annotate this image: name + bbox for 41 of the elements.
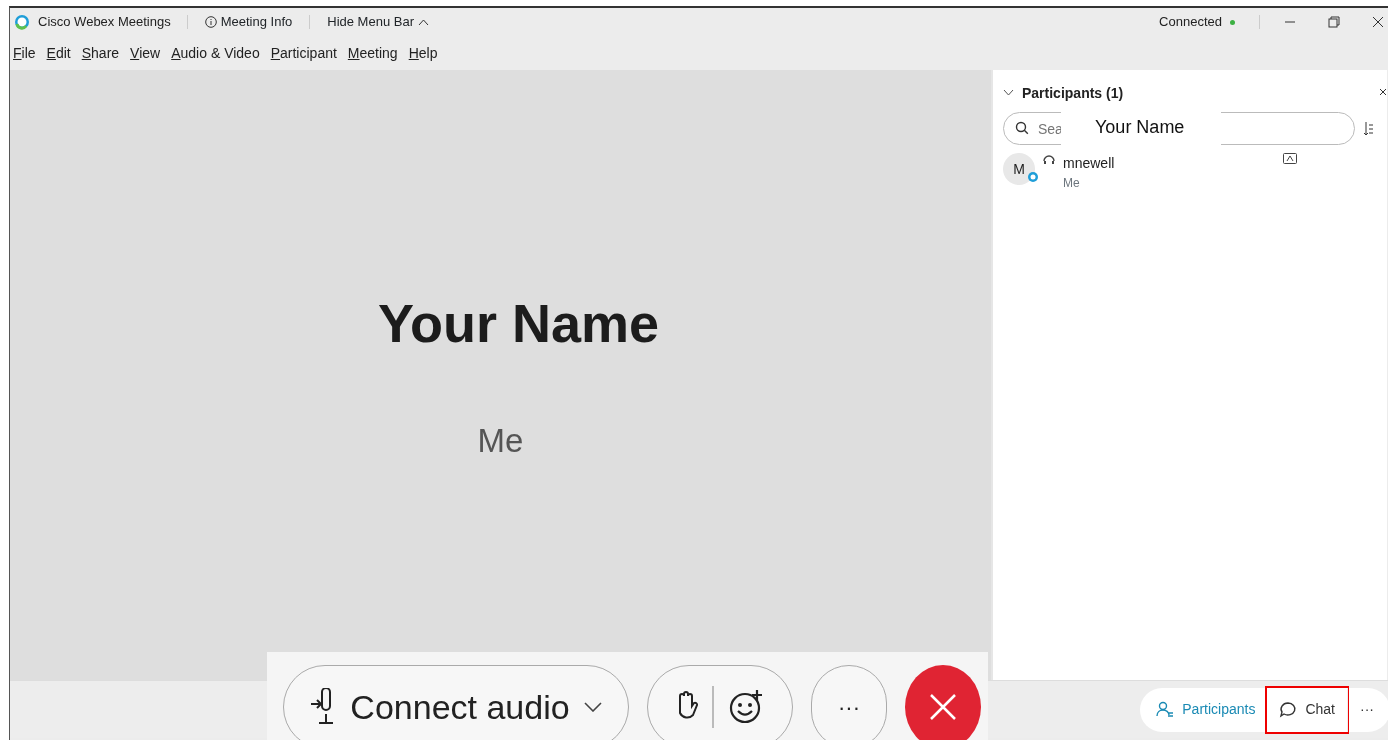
- menu-item[interactable]: Audio & Video: [171, 42, 260, 64]
- menu-item[interactable]: Edit: [46, 42, 71, 64]
- headset-icon: [1043, 153, 1055, 167]
- participant-row[interactable]: M mnewell Me: [1003, 153, 1387, 192]
- avatar: M: [1003, 153, 1035, 185]
- sort-icon[interactable]: [1363, 120, 1373, 137]
- hide-menu-bar-button[interactable]: Hide Menu Bar: [326, 11, 430, 33]
- menu-item[interactable]: File: [13, 42, 36, 64]
- participant-name: Your Name: [377, 292, 660, 355]
- menu-item[interactable]: View: [130, 42, 161, 64]
- chevron-down-icon[interactable]: [1003, 89, 1014, 97]
- search-icon: [1015, 121, 1029, 135]
- chevron-up-icon: [418, 18, 429, 26]
- panel-title: Participants (1): [1022, 83, 1124, 103]
- menu-item[interactable]: Share: [81, 42, 120, 64]
- end-call-button[interactable]: [905, 665, 981, 740]
- connect-audio-button[interactable]: Connect audio: [283, 665, 629, 740]
- info-icon: [204, 16, 217, 28]
- emoji-icon[interactable]: [728, 689, 764, 725]
- more-button[interactable]: ···: [811, 665, 887, 740]
- app-logo-icon: [14, 14, 30, 30]
- menu-item[interactable]: Participant: [270, 42, 337, 64]
- chat-icon: [1279, 701, 1298, 718]
- name-caption: Your Name: [1061, 109, 1221, 145]
- close-icon[interactable]: [1372, 16, 1384, 28]
- app-title: Cisco Webex Meetings: [38, 13, 171, 32]
- panel-tab[interactable]: Participants: [1144, 687, 1268, 732]
- participant-username: mnewell: [1063, 154, 1116, 173]
- close-icon: [929, 693, 957, 721]
- restore-icon[interactable]: [1328, 16, 1340, 28]
- menu-item[interactable]: Meeting: [347, 42, 398, 64]
- participant-label: Me: [477, 421, 524, 461]
- menu-item[interactable]: Help: [408, 42, 438, 64]
- meeting-info-button[interactable]: Meeting Info: [203, 11, 294, 33]
- connection-status: Connected: [1159, 13, 1222, 32]
- participants-icon: [1156, 701, 1175, 718]
- panel-tab[interactable]: Chat: [1267, 687, 1347, 732]
- chevron-down-icon: [583, 702, 602, 712]
- participant-role: Me: [1063, 175, 1081, 192]
- more-button[interactable]: ···: [1347, 687, 1386, 732]
- caption-icon: [1283, 153, 1297, 164]
